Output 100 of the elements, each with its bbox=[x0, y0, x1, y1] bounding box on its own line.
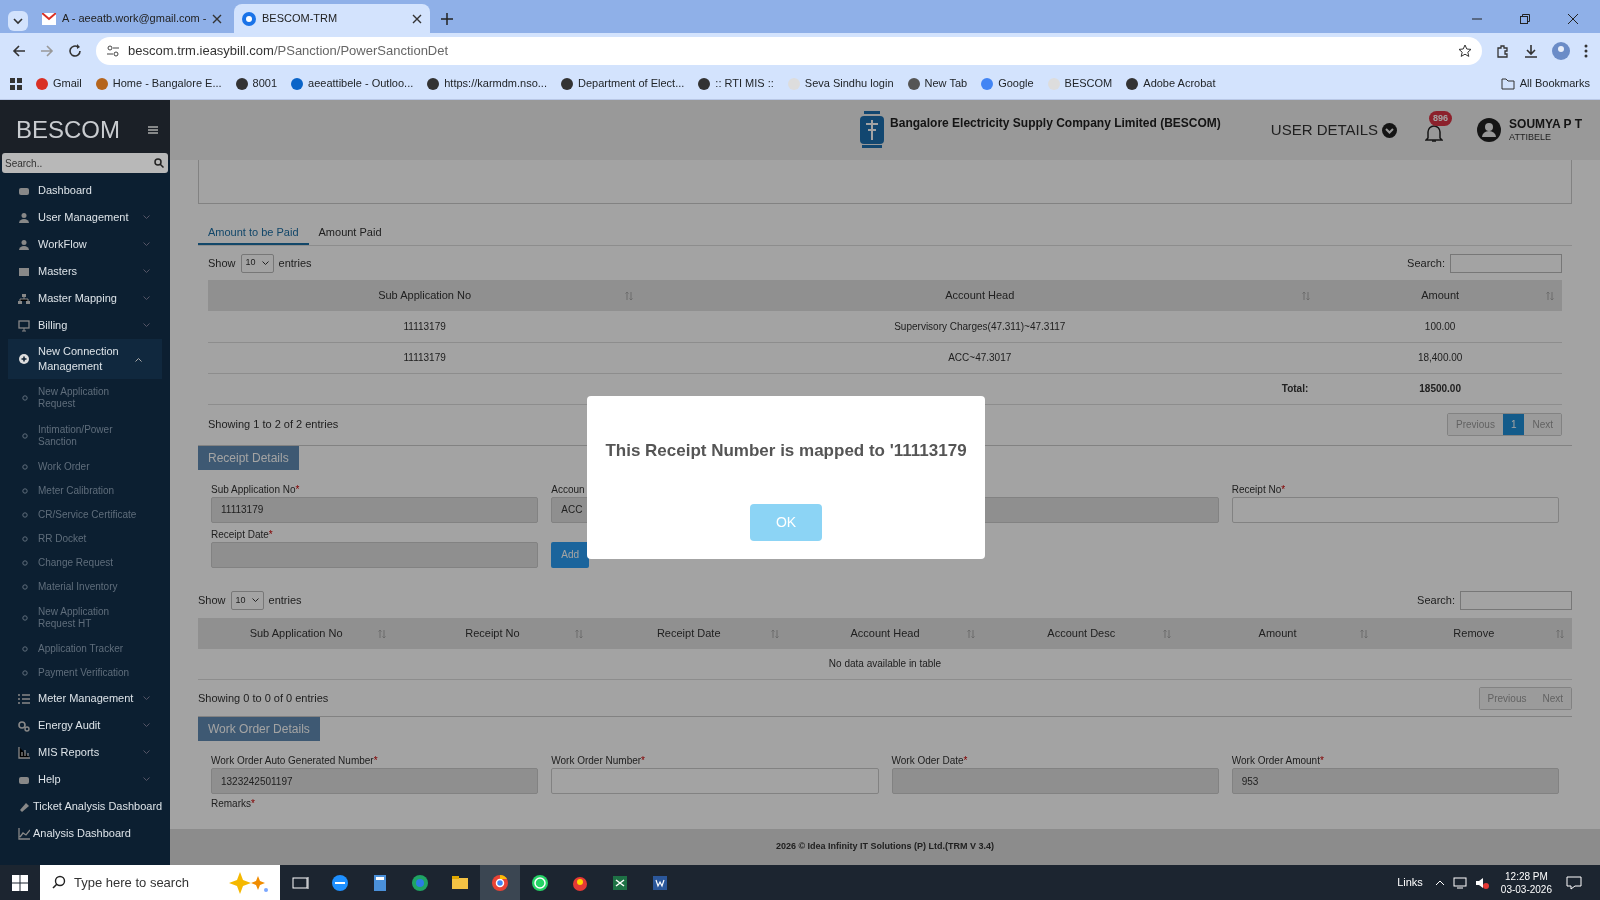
column-header[interactable]: Amount bbox=[1179, 617, 1376, 649]
column-header[interactable]: Sub Application No bbox=[198, 617, 395, 649]
bookmark[interactable]: 8001 bbox=[235, 75, 278, 92]
input-field[interactable]: 1323242501197 bbox=[211, 768, 539, 794]
sidebar-item[interactable]: Billing bbox=[0, 312, 170, 339]
page-size-select[interactable]: 10 bbox=[230, 591, 264, 610]
empty-message: No data available in table bbox=[198, 648, 1572, 680]
show-label: Show bbox=[198, 593, 226, 609]
clock-time[interactable]: 12:28 PM bbox=[1500, 869, 1552, 883]
user-icon bbox=[18, 238, 30, 251]
taskbar-search[interactable]: Type here to search bbox=[40, 865, 280, 900]
column-header[interactable]: Account Head bbox=[641, 280, 1319, 311]
input-field[interactable] bbox=[551, 768, 879, 794]
sidebar-item[interactable]: User Management bbox=[0, 204, 170, 231]
bar-chart-icon bbox=[18, 746, 30, 759]
bookmark[interactable]: Adobe Acrobat bbox=[1126, 75, 1216, 92]
chevron-up-icon bbox=[135, 356, 142, 362]
input-field[interactable] bbox=[1231, 496, 1559, 523]
profile-icon[interactable] bbox=[1552, 41, 1570, 60]
input-field[interactable]: 953 bbox=[1231, 768, 1559, 794]
column-header[interactable]: Sub Application No bbox=[208, 280, 642, 311]
close-icon[interactable] bbox=[412, 13, 422, 24]
column-header[interactable]: Account Desc bbox=[983, 617, 1180, 649]
bookmark[interactable]: All Bookmarks bbox=[1500, 75, 1590, 92]
table-cell: ACC~47.3017 bbox=[641, 342, 1319, 373]
column-header[interactable]: Amount bbox=[1318, 280, 1562, 311]
sidebar-item[interactable]: Help bbox=[0, 766, 170, 793]
sort-icon bbox=[967, 628, 976, 639]
restore-icon[interactable] bbox=[1520, 14, 1530, 24]
reload-icon[interactable] bbox=[68, 43, 82, 58]
new-tab-icon[interactable] bbox=[440, 12, 454, 26]
bookmark[interactable]: Seva Sindhu login bbox=[787, 75, 894, 92]
bookmark[interactable]: Gmail bbox=[36, 75, 82, 92]
back-icon[interactable] bbox=[12, 43, 26, 58]
toolbar-label[interactable]: Links bbox=[1397, 874, 1423, 891]
sidebar-item[interactable]: New Connection Management bbox=[8, 339, 162, 379]
close-icon[interactable] bbox=[1568, 14, 1578, 24]
address-bar[interactable]: bescom.trm.ieasybill.com/PSanction/PowerSanctionDet bbox=[96, 36, 1482, 65]
bookmark[interactable]: :: RTI MIS :: bbox=[698, 75, 774, 92]
bookmark-favicon bbox=[907, 77, 920, 90]
apps-icon[interactable] bbox=[10, 77, 22, 90]
section-heading: Receipt Details bbox=[198, 445, 299, 470]
tab[interactable]: Amount Paid bbox=[308, 220, 392, 245]
extensions-icon[interactable] bbox=[1496, 43, 1510, 58]
show-label: Show bbox=[208, 255, 236, 271]
url-text: bescom.trm.ieasybill.com/PSanction/PowerSanctionDet bbox=[128, 41, 450, 60]
input-field[interactable]: 11113179 bbox=[211, 496, 539, 523]
required-mark: * bbox=[1319, 755, 1324, 766]
windows-start-icon[interactable] bbox=[12, 874, 28, 891]
sidebar-item[interactable]: Analysis Dashboard bbox=[0, 820, 170, 847]
search-field[interactable] bbox=[1450, 253, 1562, 273]
page-size-select[interactable]: 10 bbox=[240, 253, 274, 273]
chevron-down-icon bbox=[143, 750, 150, 755]
clock-date[interactable]: 03-03-2026 bbox=[1500, 882, 1552, 896]
sidebar-item[interactable]: Master Mapping bbox=[0, 285, 170, 312]
search-field[interactable]: Search.. bbox=[2, 153, 168, 173]
chevron-down-icon bbox=[143, 696, 150, 701]
input-field[interactable] bbox=[211, 541, 539, 568]
column-header[interactable]: Receipt No bbox=[394, 617, 591, 649]
caret-up-icon[interactable] bbox=[1434, 879, 1445, 886]
sidebar-item[interactable]: Meter Management bbox=[0, 685, 170, 712]
close-icon[interactable] bbox=[212, 13, 222, 24]
tab[interactable]: Amount to be Paid bbox=[198, 220, 309, 245]
user-icon bbox=[18, 211, 30, 224]
bookmark[interactable]: New Tab bbox=[907, 75, 968, 92]
circle-icon bbox=[22, 512, 28, 518]
column-header[interactable]: Account Head bbox=[786, 617, 984, 649]
required-mark: * bbox=[268, 528, 273, 540]
browser-tab[interactable]: A - aeeatb.work@gmail.com - bbox=[34, 4, 230, 33]
more-icon[interactable] bbox=[1584, 43, 1588, 58]
sidebar-item[interactable]: Dashboard bbox=[0, 177, 170, 204]
network-icon[interactable] bbox=[1452, 876, 1467, 889]
avatar-icon[interactable] bbox=[1477, 118, 1502, 142]
menu-icon[interactable] bbox=[148, 126, 158, 134]
chat-icon[interactable] bbox=[530, 872, 550, 893]
bell-icon[interactable] bbox=[1425, 123, 1444, 143]
user-details-dropdown[interactable]: USER DETAILS bbox=[1270, 118, 1398, 142]
star-icon[interactable] bbox=[1458, 43, 1472, 58]
sidebar-item[interactable]: MIS Reports bbox=[0, 739, 170, 766]
dropdown-icon[interactable] bbox=[6, 9, 30, 33]
bookmark[interactable]: BESCOM bbox=[1047, 75, 1113, 92]
sidebar-item[interactable]: Ticket Analysis Dashboard bbox=[0, 793, 170, 820]
column-header[interactable]: Remove bbox=[1375, 617, 1572, 649]
bookmark[interactable]: Department of Elect... bbox=[560, 75, 685, 92]
bookmark[interactable]: aeeattibele - Outloo... bbox=[291, 75, 414, 92]
sort-icon bbox=[770, 628, 779, 639]
search-field[interactable] bbox=[1460, 591, 1572, 610]
sidebar-item[interactable]: WorkFlow bbox=[0, 231, 170, 258]
download-icon[interactable] bbox=[1524, 43, 1538, 58]
speaker-icon[interactable] bbox=[1474, 876, 1489, 889]
sidebar-item[interactable]: Masters bbox=[0, 258, 170, 285]
sidebar-item[interactable]: Energy Audit bbox=[0, 712, 170, 739]
input-field[interactable] bbox=[891, 768, 1219, 794]
bookmark[interactable]: https://karmdm.nso... bbox=[427, 75, 547, 92]
bookmark[interactable]: Google bbox=[981, 75, 1034, 92]
notifications-icon[interactable] bbox=[1566, 875, 1582, 890]
bookmark[interactable]: Home - Bangalore E... bbox=[95, 75, 222, 92]
column-header[interactable]: Receipt Date bbox=[590, 617, 787, 649]
field-label: Work Order Auto Generated Number bbox=[211, 755, 374, 766]
browser-tab[interactable]: BESCOM-TRM bbox=[234, 4, 430, 33]
